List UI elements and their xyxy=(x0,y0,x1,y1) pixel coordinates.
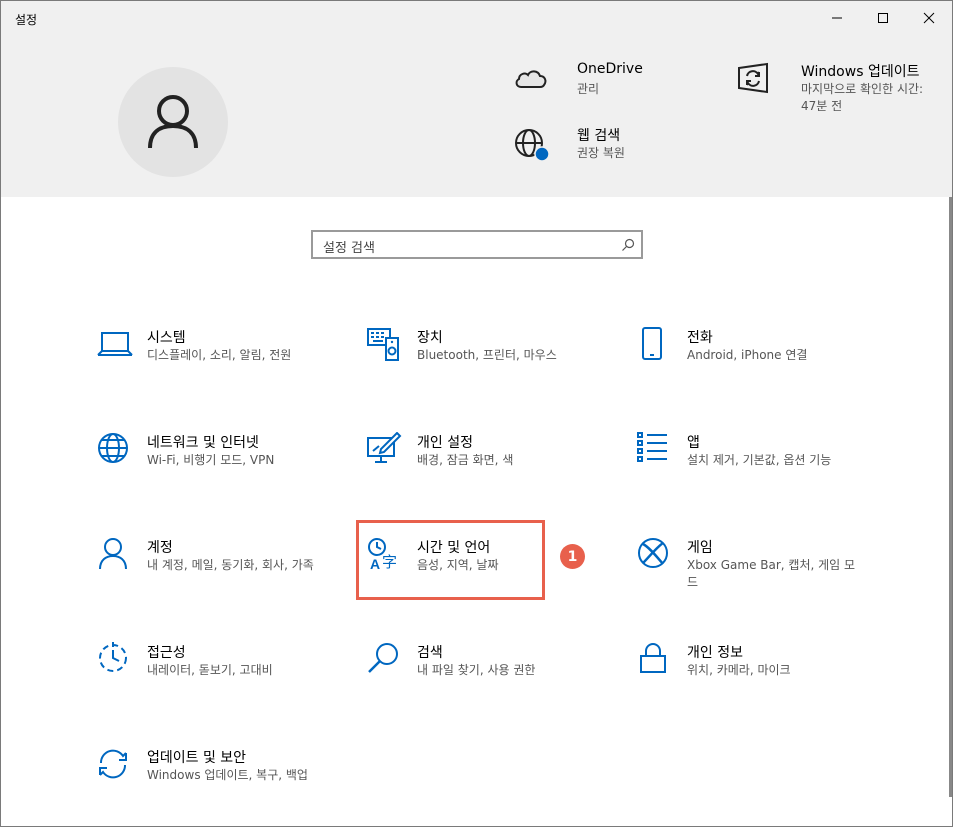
windows-update-sub: 마지막으로 확인한 시간: 47분 전 xyxy=(801,82,924,113)
tile-system-title: 시스템 xyxy=(147,330,186,346)
close-icon xyxy=(923,12,935,24)
tile-apps[interactable]: 앱 설치 제거, 기본값, 옵션 기능 xyxy=(637,432,887,502)
maximize-icon xyxy=(878,13,888,23)
tile-gaming-sub: Xbox Game Bar, 캡처, 게임 모드 xyxy=(687,558,856,589)
scrollbar[interactable] xyxy=(949,197,952,797)
highlight-box xyxy=(356,520,545,600)
magnifier-icon xyxy=(368,643,398,673)
search-placeholder: 설정 검색 xyxy=(323,241,375,256)
tile-update-security[interactable]: 업데이트 및 보안 Windows 업데이트, 복구, 백업 xyxy=(97,747,347,817)
windows-update-link[interactable]: Windows 업데이트 마지막으로 확인한 시간: 47분 전 xyxy=(736,61,936,121)
cloud-icon xyxy=(515,70,547,88)
tile-devices-title: 장치 xyxy=(417,330,443,346)
accessibility-timer-icon xyxy=(99,642,127,672)
tile-apps-sub: 설치 제거, 기본값, 옵션 기능 xyxy=(687,453,832,467)
onedrive-link[interactable]: OneDrive 관리 xyxy=(513,61,713,101)
user-icon xyxy=(148,95,198,149)
sync-icon xyxy=(99,749,127,779)
minimize-button[interactable] xyxy=(814,1,860,35)
apps-list-icon xyxy=(637,432,667,462)
websearch-sub: 권장 복원 xyxy=(577,146,625,160)
tile-phone[interactable]: 전화 Android, iPhone 연결 xyxy=(637,327,887,397)
hero-banner: OneDrive 관리 웹 검색 권장 복원 Windows 업데이트 마지막으… xyxy=(1,37,952,197)
onedrive-sub: 관리 xyxy=(577,82,600,96)
avatar[interactable] xyxy=(118,67,228,177)
person-icon xyxy=(99,538,127,570)
tile-network-sub: Wi-Fi, 비행기 모드, VPN xyxy=(147,453,275,467)
tile-ease-sub: 내레이터, 돋보기, 고대비 xyxy=(147,663,273,677)
tile-personalization[interactable]: 개인 설정 배경, 잠금 화면, 색 xyxy=(367,432,617,502)
laptop-icon xyxy=(97,332,133,356)
tile-search[interactable]: 검색 내 파일 찾기, 사용 권한 xyxy=(367,642,617,712)
websearch-title: 웹 검색 xyxy=(577,128,621,144)
tile-system[interactable]: 시스템 디스플레이, 소리, 알림, 전원 xyxy=(97,327,347,397)
tile-accounts-title: 계정 xyxy=(147,540,173,556)
tile-ease-of-access[interactable]: 접근성 내레이터, 돋보기, 고대비 xyxy=(97,642,347,712)
xbox-icon xyxy=(638,538,668,568)
title-bar: 설정 xyxy=(1,1,952,37)
phone-icon xyxy=(642,327,662,360)
tile-search-sub: 내 파일 찾기, 사용 권한 xyxy=(417,663,536,677)
globe-icon xyxy=(98,433,128,463)
window-title: 설정 xyxy=(15,13,38,27)
devices-icon xyxy=(367,328,399,361)
tile-accounts[interactable]: 계정 내 계정, 메일, 동기화, 회사, 가족 xyxy=(97,537,347,607)
tile-privacy-sub: 위치, 카메라, 마이크 xyxy=(687,663,791,677)
maximize-button[interactable] xyxy=(860,1,906,35)
tile-phone-title: 전화 xyxy=(687,330,713,346)
tile-privacy[interactable]: 개인 정보 위치, 카메라, 마이크 xyxy=(637,642,887,712)
tile-personalization-sub: 배경, 잠금 화면, 색 xyxy=(417,453,514,467)
tile-privacy-title: 개인 정보 xyxy=(687,645,743,661)
close-button[interactable] xyxy=(906,1,952,35)
tile-update-security-sub: Windows 업데이트, 복구, 백업 xyxy=(147,768,308,782)
search-icon xyxy=(622,238,635,251)
tile-search-title: 검색 xyxy=(417,645,443,661)
tile-accounts-sub: 내 계정, 메일, 동기화, 회사, 가족 xyxy=(147,558,314,572)
paint-monitor-icon xyxy=(367,432,402,463)
tile-gaming[interactable]: 게임 Xbox Game Bar, 캡처, 게임 모드 xyxy=(637,537,887,607)
settings-window: 설정 OneDrive 관리 웹 검색 권장 복원 Windows 업데이트 마… xyxy=(0,0,953,827)
tile-update-security-title: 업데이트 및 보안 xyxy=(147,750,247,766)
step-badge: 1 xyxy=(560,544,585,569)
tile-phone-sub: Android, iPhone 연결 xyxy=(687,348,808,362)
minimize-icon xyxy=(832,17,842,19)
update-sync-icon xyxy=(738,62,768,94)
windows-update-title: Windows 업데이트 xyxy=(801,64,920,80)
websearch-link[interactable]: 웹 검색 권장 복원 xyxy=(513,125,713,165)
tile-gaming-title: 게임 xyxy=(687,540,713,556)
tile-personalization-title: 개인 설정 xyxy=(417,435,473,451)
tile-devices[interactable]: 장치 Bluetooth, 프린터, 마우스 xyxy=(367,327,617,397)
tile-ease-title: 접근성 xyxy=(147,645,186,661)
tile-network-title: 네트워크 및 인터넷 xyxy=(147,435,259,451)
tile-devices-sub: Bluetooth, 프린터, 마우스 xyxy=(417,348,557,362)
onedrive-title: OneDrive xyxy=(577,61,643,77)
tile-system-sub: 디스플레이, 소리, 알림, 전원 xyxy=(147,348,292,362)
tile-network[interactable]: 네트워크 및 인터넷 Wi-Fi, 비행기 모드, VPN xyxy=(97,432,347,502)
tile-apps-title: 앱 xyxy=(687,435,700,451)
settings-search-box[interactable]: 설정 검색 xyxy=(311,230,643,259)
globe-icon xyxy=(515,129,549,161)
lock-icon xyxy=(640,643,666,673)
